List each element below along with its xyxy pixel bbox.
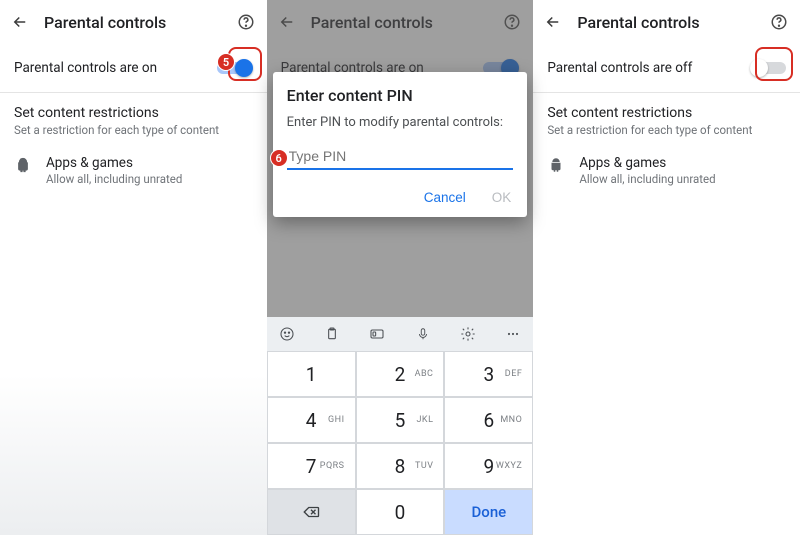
apps-games-item[interactable]: Apps & games Allow all, including unrate… xyxy=(0,141,267,200)
settings-icon[interactable] xyxy=(458,324,478,344)
key-done[interactable]: Done xyxy=(444,489,533,535)
back-icon[interactable] xyxy=(543,12,563,32)
clipboard-icon[interactable] xyxy=(322,324,342,344)
section-subtitle: Set a restriction for each type of conte… xyxy=(547,123,786,137)
key-6[interactable]: 6MNO xyxy=(444,397,533,443)
section-restrictions: Set content restrictions Set a restricti… xyxy=(0,93,267,141)
ok-button[interactable]: OK xyxy=(490,186,514,209)
help-icon[interactable] xyxy=(235,11,257,33)
key-1[interactable]: 1 xyxy=(267,351,356,397)
key-0[interactable]: 0 xyxy=(356,489,445,535)
callout-toggle xyxy=(755,47,793,81)
header: Parental controls xyxy=(533,0,800,44)
key-8[interactable]: 8TUV xyxy=(356,443,445,489)
header: Parental controls xyxy=(0,0,267,44)
toggle-label: Parental controls are on xyxy=(14,60,217,76)
keyboard-toolbar xyxy=(267,317,534,351)
section-title: Set content restrictions xyxy=(14,105,253,121)
section-subtitle: Set a restriction for each type of conte… xyxy=(14,123,253,137)
key-3[interactable]: 3DEF xyxy=(444,351,533,397)
key-backspace[interactable] xyxy=(267,489,356,535)
key-7[interactable]: 7PQRS xyxy=(267,443,356,489)
dialog-message: Enter PIN to modify parental controls: xyxy=(287,115,514,130)
keypad: 1 2ABC 3DEF 4GHI 5JKL 6MNO 7PQRS 8TUV 9W… xyxy=(267,351,534,535)
section-restrictions: Set content restrictions Set a restricti… xyxy=(533,93,800,141)
toggle-label: Parental controls are off xyxy=(547,60,750,76)
dialog-actions: Cancel OK xyxy=(287,186,514,209)
key-2[interactable]: 2ABC xyxy=(356,351,445,397)
key-4[interactable]: 4GHI xyxy=(267,397,356,443)
screen-parental-on: Parental controls Parental controls are … xyxy=(0,0,267,535)
dialog-title: Enter content PIN xyxy=(287,86,514,105)
back-icon[interactable] xyxy=(10,12,30,32)
item-title: Apps & games xyxy=(579,155,715,171)
section-title: Set content restrictions xyxy=(547,105,786,121)
item-title: Apps & games xyxy=(46,155,182,171)
step-badge-6: 6 xyxy=(270,149,288,167)
key-9[interactable]: 9WXYZ xyxy=(444,443,533,489)
screen-enter-pin: Parental controls Parental controls are … xyxy=(267,0,534,535)
item-text: Apps & games Allow all, including unrate… xyxy=(579,155,715,186)
screen-parental-off: Parental controls Parental controls are … xyxy=(533,0,800,535)
pin-input[interactable] xyxy=(287,144,514,170)
mic-icon[interactable] xyxy=(413,324,433,344)
item-subtitle: Allow all, including unrated xyxy=(46,172,182,186)
more-icon[interactable] xyxy=(503,324,523,344)
pin-dialog: Enter content PIN Enter PIN to modify pa… xyxy=(273,72,528,217)
emoji-icon[interactable] xyxy=(277,324,297,344)
cancel-button[interactable]: Cancel xyxy=(422,186,468,209)
android-icon xyxy=(14,156,32,174)
page-title: Parental controls xyxy=(44,13,235,32)
item-subtitle: Allow all, including unrated xyxy=(579,172,715,186)
step-badge-5: 5 xyxy=(217,53,235,71)
item-text: Apps & games Allow all, including unrate… xyxy=(46,155,182,186)
apps-games-item[interactable]: Apps & games Allow all, including unrate… xyxy=(533,141,800,200)
android-icon xyxy=(547,156,565,174)
key-5[interactable]: 5JKL xyxy=(356,397,445,443)
help-icon[interactable] xyxy=(768,11,790,33)
page-title: Parental controls xyxy=(577,13,768,32)
gif-icon[interactable] xyxy=(367,324,387,344)
soft-keyboard: 1 2ABC 3DEF 4GHI 5JKL 6MNO 7PQRS 8TUV 9W… xyxy=(267,317,534,535)
